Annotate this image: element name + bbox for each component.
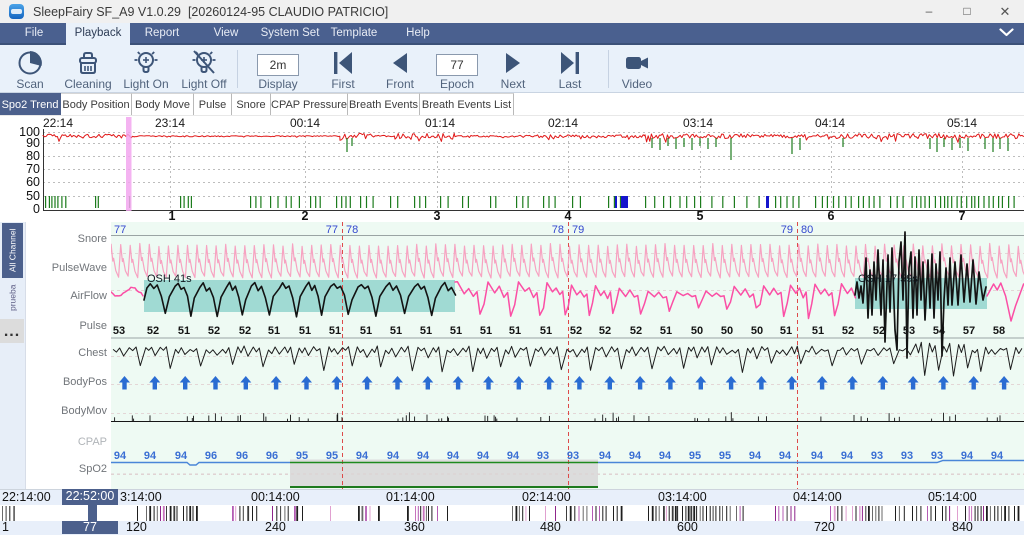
svg-text:96: 96: [236, 450, 248, 462]
svg-text:4: 4: [565, 209, 572, 222]
svg-text:79: 79: [572, 224, 584, 236]
svg-text:51: 51: [420, 325, 432, 337]
svg-text:OSH 41s: OSH 41s: [147, 273, 192, 285]
svg-text:79: 79: [781, 224, 793, 236]
svg-text:52: 52: [599, 325, 611, 337]
svg-text:23:14: 23:14: [155, 116, 185, 130]
svg-text:0: 0: [33, 202, 40, 216]
svg-text:51: 51: [509, 325, 521, 337]
svg-text:52: 52: [570, 325, 582, 337]
svg-text:94: 94: [599, 450, 612, 462]
svg-text:7: 7: [959, 209, 966, 222]
svg-text:94: 94: [779, 450, 792, 462]
svg-text:52: 52: [208, 325, 220, 337]
svg-text:94: 94: [356, 450, 369, 462]
svg-text:93: 93: [567, 450, 579, 462]
svg-text:6: 6: [828, 209, 835, 222]
svg-text:95: 95: [326, 450, 338, 462]
svg-text:96: 96: [266, 450, 278, 462]
svg-text:80: 80: [801, 224, 813, 236]
svg-text:52: 52: [873, 325, 885, 337]
svg-text:94: 94: [749, 450, 762, 462]
svg-text:50: 50: [721, 325, 733, 337]
svg-text:02:14: 02:14: [548, 116, 578, 130]
svg-text:95: 95: [719, 450, 731, 462]
svg-text:51: 51: [660, 325, 672, 337]
svg-text:22:14: 22:14: [43, 116, 73, 130]
svg-text:1: 1: [169, 209, 176, 222]
svg-text:51: 51: [480, 325, 492, 337]
svg-text:51: 51: [178, 325, 190, 337]
svg-text:51: 51: [450, 325, 462, 337]
svg-text:51: 51: [268, 325, 280, 337]
svg-text:77: 77: [114, 224, 126, 236]
svg-text:93: 93: [901, 450, 913, 462]
svg-text:52: 52: [842, 325, 854, 337]
svg-text:95: 95: [296, 450, 308, 462]
svg-text:94: 94: [417, 450, 430, 462]
svg-text:94: 94: [811, 450, 824, 462]
svg-text:58: 58: [993, 325, 1005, 337]
svg-text:51: 51: [360, 325, 372, 337]
svg-text:94: 94: [114, 450, 127, 462]
svg-text:5: 5: [697, 209, 704, 222]
svg-text:80: 80: [26, 149, 40, 163]
svg-text:57: 57: [963, 325, 975, 337]
svg-text:53: 53: [903, 325, 915, 337]
svg-text:00:14: 00:14: [290, 116, 320, 130]
svg-text:94: 94: [387, 450, 400, 462]
svg-text:78: 78: [346, 224, 358, 236]
svg-text:52: 52: [630, 325, 642, 337]
svg-text:OSH 17.59s: OSH 17.59s: [858, 273, 918, 285]
svg-text:94: 94: [447, 450, 460, 462]
svg-text:94: 94: [659, 450, 672, 462]
svg-text:04:14: 04:14: [815, 116, 845, 130]
svg-text:94: 94: [477, 450, 490, 462]
svg-text:51: 51: [390, 325, 402, 337]
svg-text:03:14: 03:14: [683, 116, 713, 130]
svg-text:50: 50: [751, 325, 763, 337]
svg-text:93: 93: [871, 450, 883, 462]
svg-text:70: 70: [26, 162, 40, 176]
svg-text:51: 51: [299, 325, 311, 337]
svg-text:01:14: 01:14: [425, 116, 455, 130]
svg-text:93: 93: [931, 450, 943, 462]
svg-text:05:14: 05:14: [947, 116, 977, 130]
svg-text:78: 78: [552, 224, 564, 236]
svg-text:54: 54: [933, 325, 946, 337]
svg-text:94: 94: [175, 450, 188, 462]
svg-text:51: 51: [780, 325, 792, 337]
svg-text:52: 52: [239, 325, 251, 337]
svg-text:52: 52: [147, 325, 159, 337]
svg-text:51: 51: [812, 325, 824, 337]
svg-text:94: 94: [507, 450, 520, 462]
svg-text:93: 93: [537, 450, 549, 462]
svg-text:3: 3: [434, 209, 441, 222]
svg-text:96: 96: [205, 450, 217, 462]
svg-text:95: 95: [689, 450, 701, 462]
svg-text:2: 2: [302, 209, 309, 222]
svg-text:77: 77: [326, 224, 338, 236]
svg-text:50: 50: [26, 189, 40, 203]
svg-text:51: 51: [329, 325, 341, 337]
svg-text:90: 90: [26, 136, 40, 150]
svg-text:50: 50: [691, 325, 703, 337]
svg-text:94: 94: [841, 450, 854, 462]
svg-text:53: 53: [113, 325, 125, 337]
svg-text:60: 60: [26, 175, 40, 189]
svg-text:94: 94: [144, 450, 157, 462]
svg-text:51: 51: [540, 325, 552, 337]
svg-text:94: 94: [629, 450, 642, 462]
